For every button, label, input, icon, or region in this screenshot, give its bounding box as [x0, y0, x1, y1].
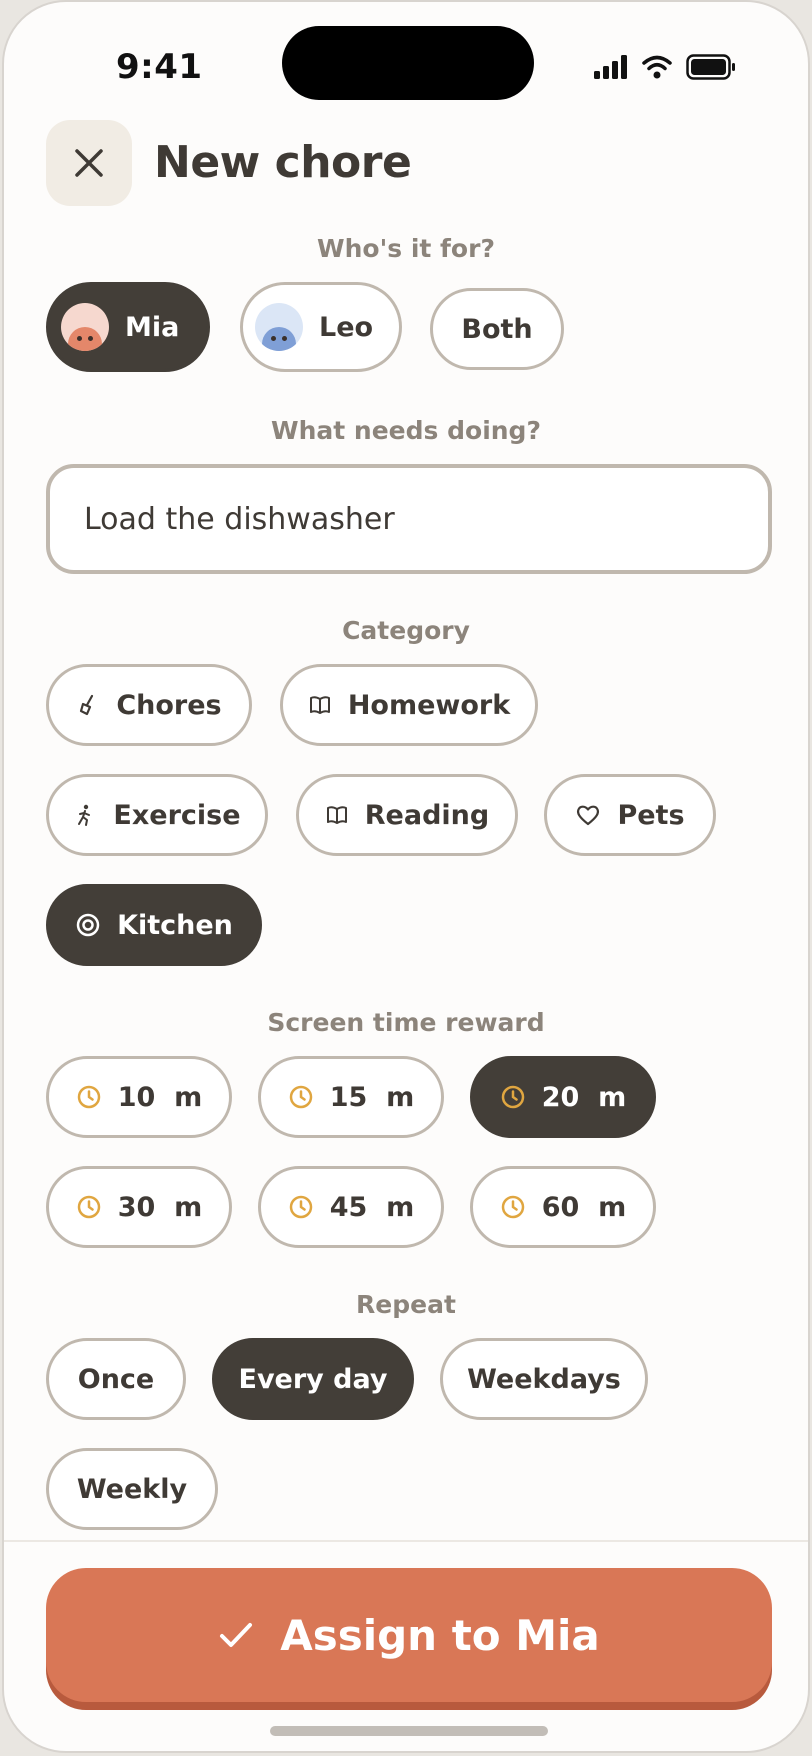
assignee-both[interactable]: Both [430, 288, 564, 370]
repeat-section-label: Repeat [356, 1290, 456, 1319]
reward-label: 30 m [117, 1191, 203, 1223]
category-chores[interactable]: Chores [46, 664, 252, 746]
close-icon [75, 149, 103, 177]
category-label: Homework [347, 689, 511, 721]
category-label: Exercise [113, 799, 241, 831]
running-person-icon [78, 804, 91, 826]
reward-label: 60 m [541, 1191, 627, 1223]
category-section-label: Category [342, 616, 470, 645]
reward-45m[interactable]: 45 m [258, 1166, 444, 1248]
reward-label: 45 m [329, 1191, 415, 1223]
reward-section-label: Screen time reward [267, 1008, 545, 1037]
assignee-label: Both [461, 313, 533, 345]
category-label: Pets [617, 799, 685, 831]
task-section-label: What needs doing? [271, 416, 541, 445]
category-exercise[interactable]: Exercise [46, 774, 268, 856]
reward-10m[interactable]: 10 m [46, 1056, 232, 1138]
repeat-label: Every day [238, 1363, 388, 1395]
clock-icon [501, 1195, 524, 1219]
phone-screen: 9:41 New chore Who's it for? Mia Leo Bot… [2, 0, 810, 1753]
heart-icon [577, 805, 600, 826]
status-bar: 9:41 [4, 2, 808, 122]
avatar [255, 303, 303, 351]
category-reading[interactable]: Reading [296, 774, 518, 856]
category-pets[interactable]: Pets [544, 774, 716, 856]
category-kitchen[interactable]: Kitchen [46, 884, 262, 966]
target-icon [76, 913, 100, 937]
broom-icon [80, 694, 94, 716]
repeat-once[interactable]: Once [46, 1338, 186, 1420]
close-button[interactable] [46, 120, 132, 206]
clock-icon [289, 1085, 312, 1109]
page-title: New chore [154, 137, 412, 188]
battery-icon [686, 54, 735, 80]
repeat-label: Once [77, 1363, 155, 1395]
status-icons [594, 54, 736, 80]
repeat-every-day[interactable]: Every day [212, 1338, 414, 1420]
chore-name-value: Load the dishwasher [84, 501, 395, 537]
reward-label: 10 m [117, 1081, 203, 1113]
wifi-icon [642, 55, 672, 79]
assign-button[interactable]: Assign to Mia [46, 1568, 772, 1702]
assign-button-label: Assign to Mia [280, 1610, 600, 1660]
reward-30m[interactable]: 30 m [46, 1166, 232, 1248]
clock-icon [77, 1195, 100, 1219]
reward-label: 20 m [541, 1081, 627, 1113]
status-time: 9:41 [116, 47, 203, 87]
category-homework[interactable]: Homework [280, 664, 538, 746]
avatar [61, 303, 109, 351]
repeat-weekly[interactable]: Weekly [46, 1448, 218, 1530]
reward-label: 15 m [329, 1081, 415, 1113]
reward-60m[interactable]: 60 m [470, 1166, 656, 1248]
clock-icon [289, 1195, 312, 1219]
category-label: Reading [364, 799, 490, 831]
checkmark-icon [220, 1623, 253, 1647]
repeat-weekdays[interactable]: Weekdays [440, 1338, 648, 1420]
assignee-leo[interactable]: Leo [240, 282, 402, 372]
category-label: Chores [116, 689, 222, 721]
category-label: Kitchen [117, 909, 233, 941]
repeat-label: Weekdays [467, 1363, 621, 1395]
bottom-divider [4, 1540, 808, 1542]
clock-icon [501, 1085, 524, 1109]
dynamic-island [282, 26, 534, 100]
signal-icon [594, 55, 627, 79]
repeat-label: Weekly [76, 1473, 188, 1505]
reward-15m[interactable]: 15 m [258, 1056, 444, 1138]
assignee-label: Leo [319, 311, 374, 343]
home-indicator [270, 1726, 548, 1736]
who-section-label: Who's it for? [317, 234, 495, 263]
book-icon [326, 806, 347, 824]
assignee-label: Mia [125, 311, 180, 343]
clock-icon [77, 1085, 100, 1109]
chore-name-input[interactable]: Load the dishwasher [46, 464, 772, 574]
reward-20m[interactable]: 20 m [470, 1056, 656, 1138]
assignee-mia[interactable]: Mia [46, 282, 210, 372]
book-icon [309, 696, 330, 714]
